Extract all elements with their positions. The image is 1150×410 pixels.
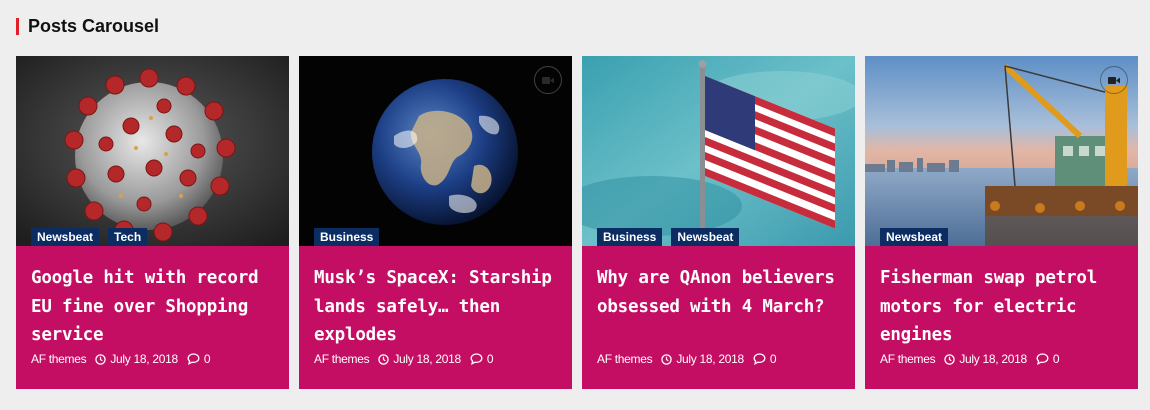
card-body: Why are QAnon believers obsessed with 4 … [597,264,847,321]
post-author[interactable]: AF themes [31,352,87,366]
tag-business[interactable]: Business [314,228,380,246]
post-card[interactable]: Newsbeat Fisherman swap petrol motors fo… [865,56,1138,389]
comment-icon [470,353,483,365]
post-author[interactable]: AF themes [880,352,936,366]
coronavirus-image[interactable] [16,56,289,246]
crane-ship-image[interactable] [865,56,1138,246]
post-title-link[interactable]: Fisherman swap petrol motors for electri… [880,264,1130,350]
comment-count[interactable]: 0 [770,352,777,366]
post-date: July 18, 2018 [676,352,744,366]
clock-icon [378,353,390,365]
comment-count[interactable]: 0 [487,352,494,366]
post-meta: AF themes July 18, 2018 0 [880,352,1060,366]
comment-icon [1036,353,1049,365]
tag-list: Business [314,228,380,246]
post-card[interactable]: Newsbeat Tech Google hit with record EU … [16,56,289,389]
card-body: Google hit with record EU fine over Shop… [31,264,281,350]
widget-title: Posts Carousel [16,14,159,38]
video-icon[interactable] [534,66,562,94]
tag-newsbeat[interactable]: Newsbeat [671,228,740,246]
post-author[interactable]: AF themes [314,352,370,366]
comment-count[interactable]: 0 [204,352,211,366]
post-card[interactable]: Business Newsbeat Why are QAnon believer… [582,56,855,389]
posts-carousel: Newsbeat Tech Google hit with record EU … [16,56,1138,389]
video-icon[interactable] [1100,66,1128,94]
clock-icon [944,353,956,365]
post-title-link[interactable]: Musk’s SpaceX: Starship lands safely… th… [314,264,564,350]
tag-tech[interactable]: Tech [108,228,148,246]
tag-newsbeat[interactable]: Newsbeat [880,228,949,246]
comment-icon [187,353,200,365]
tag-list: Newsbeat Tech [31,228,148,246]
post-meta: AF themes July 18, 2018 0 [597,352,777,366]
post-date: July 18, 2018 [110,352,178,366]
tag-list: Newsbeat [880,228,949,246]
tag-business[interactable]: Business [597,228,663,246]
tag-list: Business Newsbeat [597,228,740,246]
earth-image[interactable] [299,56,572,246]
post-meta: AF themes July 18, 2018 0 [314,352,494,366]
post-meta: AF themes July 18, 2018 0 [31,352,211,366]
comment-count[interactable]: 0 [1053,352,1060,366]
widget-title-text: Posts Carousel [28,15,160,36]
card-body: Musk’s SpaceX: Starship lands safely… th… [314,264,564,350]
tag-newsbeat[interactable]: Newsbeat [31,228,100,246]
clock-icon [661,353,673,365]
post-date: July 18, 2018 [393,352,461,366]
comment-icon [753,353,766,365]
post-card[interactable]: Business Musk’s SpaceX: Starship lands s… [299,56,572,389]
post-date: July 18, 2018 [959,352,1027,366]
card-body: Fisherman swap petrol motors for electri… [880,264,1130,350]
clock-icon [95,353,107,365]
post-author[interactable]: AF themes [597,352,653,366]
post-title-link[interactable]: Google hit with record EU fine over Shop… [31,264,281,350]
us-flag-image[interactable] [582,56,855,246]
post-title-link[interactable]: Why are QAnon believers obsessed with 4 … [597,264,847,321]
title-accent-bar [16,17,19,35]
